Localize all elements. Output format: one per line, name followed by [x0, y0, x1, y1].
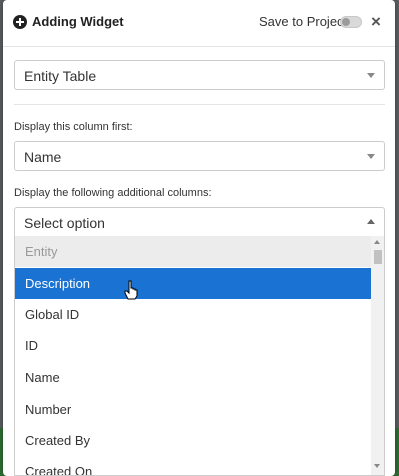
option-global-id[interactable]: Global ID — [15, 299, 371, 330]
save-to-project-toggle[interactable] — [340, 16, 362, 28]
option-description[interactable]: Description — [15, 268, 371, 299]
option-entity: Entity — [15, 236, 371, 267]
modal-title: Adding Widget — [32, 14, 124, 29]
modal-header: Adding Widget Save to Project × — [3, 0, 395, 47]
additional-columns-placeholder: Select option — [24, 215, 105, 231]
hand-pointer-cursor — [124, 280, 138, 300]
option-number[interactable]: Number — [15, 394, 371, 425]
chevron-down-icon — [367, 73, 375, 78]
widget-type-select[interactable]: Entity Table — [14, 60, 385, 90]
first-column-select[interactable]: Name — [14, 141, 385, 171]
dropdown-scrollbar[interactable] — [371, 236, 384, 475]
toggle-knob — [342, 18, 350, 26]
section-divider — [14, 104, 385, 105]
scroll-up-arrow-icon[interactable] — [374, 240, 380, 244]
additional-columns-label: Display the following additional columns… — [14, 187, 212, 199]
save-to-project-label: Save to Project — [259, 14, 348, 29]
option-name[interactable]: Name — [15, 362, 371, 393]
chevron-up-icon — [367, 219, 375, 224]
widget-type-value: Entity Table — [24, 68, 97, 84]
scroll-down-arrow-icon[interactable] — [374, 464, 380, 468]
close-icon[interactable]: × — [371, 13, 381, 30]
plus-circle-icon — [13, 15, 27, 29]
option-created-on[interactable]: Created On — [15, 456, 371, 475]
scroll-thumb[interactable] — [374, 250, 382, 264]
option-id[interactable]: ID — [15, 330, 371, 361]
additional-columns-select[interactable]: Select option — [14, 207, 385, 237]
first-column-value: Name — [24, 149, 62, 165]
additional-columns-dropdown: Entity Description Global ID ID Name Num… — [14, 236, 385, 476]
option-created-by[interactable]: Created By — [15, 425, 371, 456]
adding-widget-modal: Adding Widget Save to Project × Entity T… — [3, 0, 395, 476]
first-column-label: Display this column first: — [14, 121, 133, 133]
chevron-down-icon — [367, 154, 375, 159]
